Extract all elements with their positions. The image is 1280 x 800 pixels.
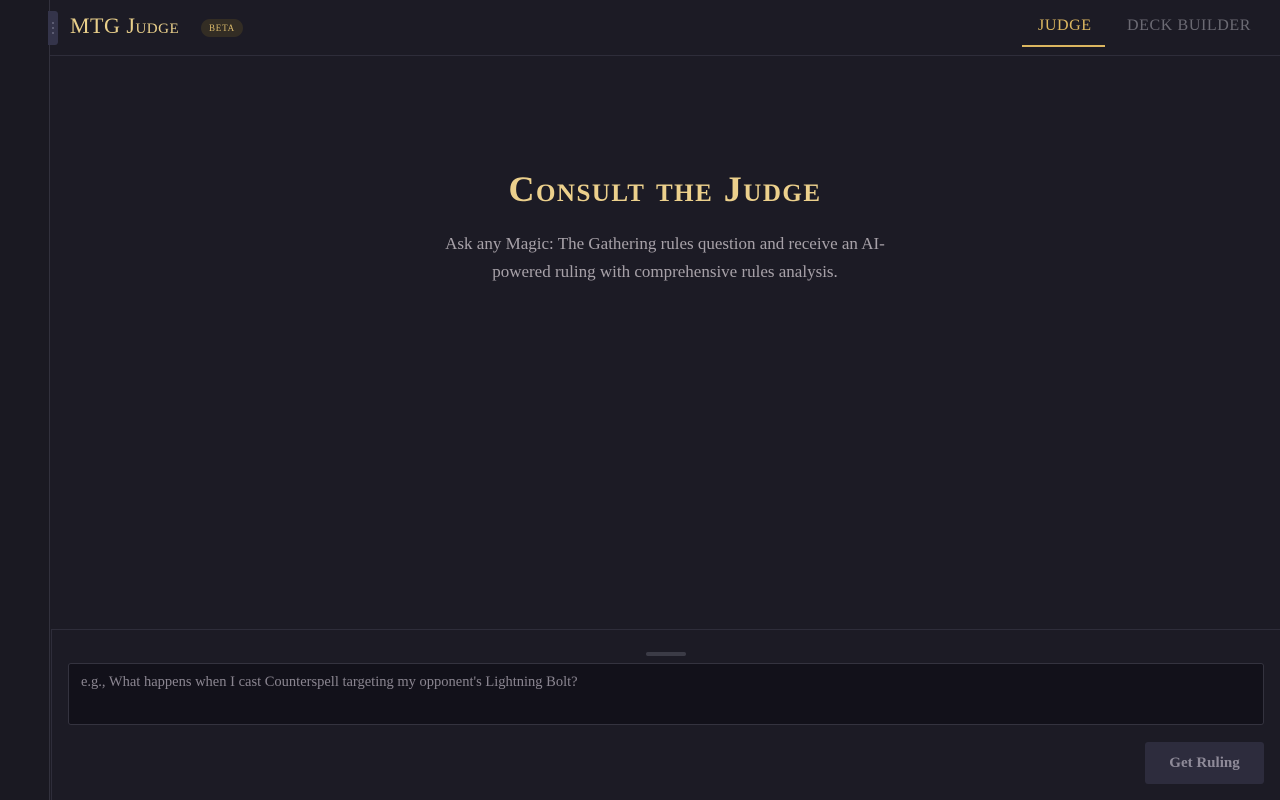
top-bar: MTG Judge BETA JUDGE DECK BUILDER <box>50 0 1280 56</box>
app-title[interactable]: MTG Judge <box>70 13 179 39</box>
grip-dot-icon <box>52 32 54 34</box>
question-composer: Get Ruling <box>51 629 1280 800</box>
tab-deck-builder[interactable]: DECK BUILDER <box>1111 0 1251 47</box>
grip-dot-icon <box>52 22 54 24</box>
question-input[interactable] <box>68 663 1264 725</box>
resize-handle[interactable] <box>646 652 686 656</box>
beta-badge: BETA <box>201 19 243 37</box>
tab-judge[interactable]: JUDGE <box>1022 0 1105 47</box>
page-subtitle: Ask any Magic: The Gathering rules quest… <box>445 234 885 281</box>
page-title: Consult the Judge <box>508 169 822 209</box>
sidebar <box>0 0 50 800</box>
sidebar-toggle-handle[interactable] <box>48 11 58 45</box>
get-ruling-button[interactable]: Get Ruling <box>1145 742 1264 784</box>
grip-dot-icon <box>52 27 54 29</box>
